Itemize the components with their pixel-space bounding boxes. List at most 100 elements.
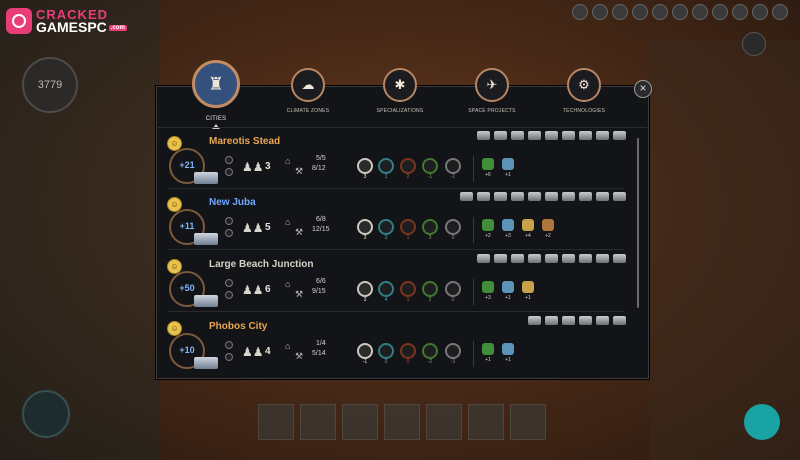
resource-icon: [378, 158, 394, 174]
radio-option[interactable]: [225, 229, 233, 237]
specializations-icon: ✱: [383, 68, 417, 102]
bonus-value: +1: [525, 295, 531, 301]
resource-icon: [357, 158, 373, 174]
divider: [473, 279, 474, 305]
toolbar-icon[interactable]: [612, 4, 628, 20]
resource-counter-dial[interactable]: 3779: [22, 57, 78, 113]
building-icon: [596, 131, 609, 140]
row-separator: [168, 311, 624, 312]
resource-value: 1: [406, 297, 410, 303]
bonus-value: +1: [505, 357, 511, 363]
toolbar-icon[interactable]: [572, 4, 588, 20]
resource-icon: [357, 343, 373, 359]
planet-globe-button[interactable]: [22, 390, 70, 438]
build-slot[interactable]: [426, 404, 462, 440]
close-icon: ×: [639, 81, 647, 95]
building-icon: [477, 131, 490, 140]
building-icon: [494, 192, 507, 201]
jobs-value: 5/14: [312, 350, 326, 357]
resource-value: 0: [406, 359, 410, 365]
toolbar-icon[interactable]: [692, 4, 708, 20]
radio-option[interactable]: [225, 341, 233, 349]
bonus-value: +6: [485, 172, 491, 178]
radio-option[interactable]: [225, 156, 233, 164]
building-icon: [613, 131, 626, 140]
toolbar-icon[interactable]: [772, 4, 788, 20]
watermark-icon: [6, 8, 32, 35]
build-slot[interactable]: [342, 404, 378, 440]
scrollbar[interactable]: [637, 138, 639, 308]
jobs-value: 8/12: [312, 165, 326, 172]
building-icon: [528, 254, 541, 263]
bonus-icon: [522, 281, 534, 293]
happiness-value: +50: [179, 283, 195, 293]
building-icon: [596, 254, 609, 263]
jobs-icon: ⚒: [295, 351, 304, 361]
radio-option[interactable]: [225, 353, 233, 361]
city-name[interactable]: Phobos City: [209, 321, 267, 332]
toolbar-icon[interactable]: [652, 4, 668, 20]
building-icon: [511, 131, 524, 140]
population-count: 5: [265, 222, 271, 233]
toolbar-icon[interactable]: [752, 4, 768, 20]
building-icon: [545, 316, 558, 325]
city-thumbnail: [194, 172, 218, 184]
radio-option[interactable]: [225, 168, 233, 176]
radio-option[interactable]: [225, 279, 233, 287]
building-icon: [613, 192, 626, 201]
close-button[interactable]: ×: [634, 80, 652, 98]
toolbar-icon[interactable]: [732, 4, 748, 20]
tab-label: TECHNOLOGIES: [562, 108, 606, 114]
end-turn-button[interactable]: [744, 404, 780, 440]
resource-icon: [400, 219, 416, 235]
resource-icon: [422, 219, 438, 235]
divider: [473, 341, 474, 367]
toolbar-icon[interactable]: [672, 4, 688, 20]
building-icon: [579, 192, 592, 201]
tab-technologies[interactable]: ⚙ TECHNOLOGIES: [558, 68, 610, 114]
building-icon: [579, 316, 592, 325]
row-separator: [168, 188, 624, 189]
building-icon: [562, 254, 575, 263]
settings-icon[interactable]: [742, 32, 766, 56]
space-projects-icon: ✈: [475, 68, 509, 102]
build-slot[interactable]: [468, 404, 504, 440]
resource-icon: [400, 281, 416, 297]
building-icon: [562, 192, 575, 201]
toolbar-icon[interactable]: [712, 4, 728, 20]
bonus-value: +2: [485, 233, 491, 239]
tab-label: CITIES: [205, 116, 227, 122]
tab-space-projects[interactable]: ✈ SPACE PROJECTS: [464, 68, 520, 114]
bonus-icon: [522, 219, 534, 231]
city-name[interactable]: Mareotis Stead: [209, 136, 280, 147]
build-slot[interactable]: [384, 404, 420, 440]
radio-option[interactable]: [225, 291, 233, 299]
tab-climate-zones[interactable]: ☁ CLIMATE ZONES: [282, 68, 334, 114]
city-row[interactable]: ☺ +10 Phobos City ♟♟ 4 ⌂ ⚒ 1/4 5/14 -1 0 0 -2 -3 +1 +1: [164, 316, 630, 383]
row-separator: [168, 249, 624, 250]
build-slot[interactable]: [258, 404, 294, 440]
resource-icon: [378, 281, 394, 297]
resource-value: -1: [427, 174, 433, 180]
build-slot[interactable]: [510, 404, 546, 440]
resource-value: 2: [406, 174, 410, 180]
city-thumbnail: [194, 233, 218, 245]
resource-value: 0: [451, 297, 455, 303]
bonus-icon: [502, 158, 514, 170]
tab-label: SPACE PROJECTS: [468, 108, 516, 114]
technologies-icon: ⚙: [567, 68, 601, 102]
tab-specializations[interactable]: ✱ SPECIALIZATIONS: [370, 68, 430, 114]
city-name[interactable]: New Juba: [209, 197, 256, 208]
building-icon: [511, 192, 524, 201]
toolbar-icon[interactable]: [592, 4, 608, 20]
build-slot[interactable]: [300, 404, 336, 440]
resource-value: 3: [363, 235, 367, 241]
watermark-logo: CRACKED GAMESPC .com: [6, 8, 127, 35]
happiness-value: +21: [179, 160, 195, 170]
city-name[interactable]: Large Beach Junction: [209, 259, 313, 270]
toolbar-icon[interactable]: [632, 4, 648, 20]
tab-cities[interactable]: ♜ CITIES: [188, 60, 244, 129]
resource-icon: [445, 343, 461, 359]
radio-option[interactable]: [225, 217, 233, 225]
building-icon: [579, 254, 592, 263]
